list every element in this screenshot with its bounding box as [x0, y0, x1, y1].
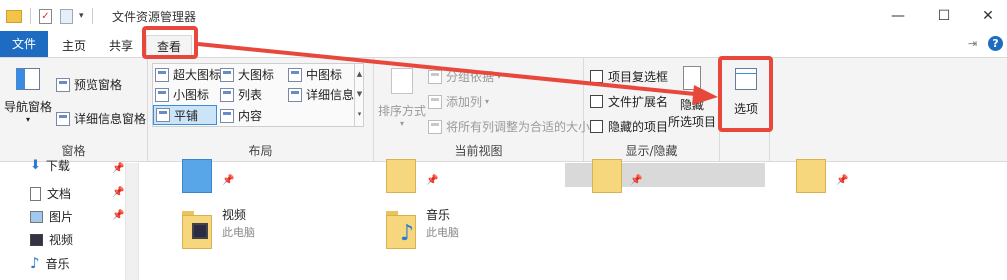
- annotation-arrow: [197, 42, 718, 105]
- annotation-arrow-line: [197, 42, 706, 97]
- annotation-arrow-head: [692, 85, 718, 105]
